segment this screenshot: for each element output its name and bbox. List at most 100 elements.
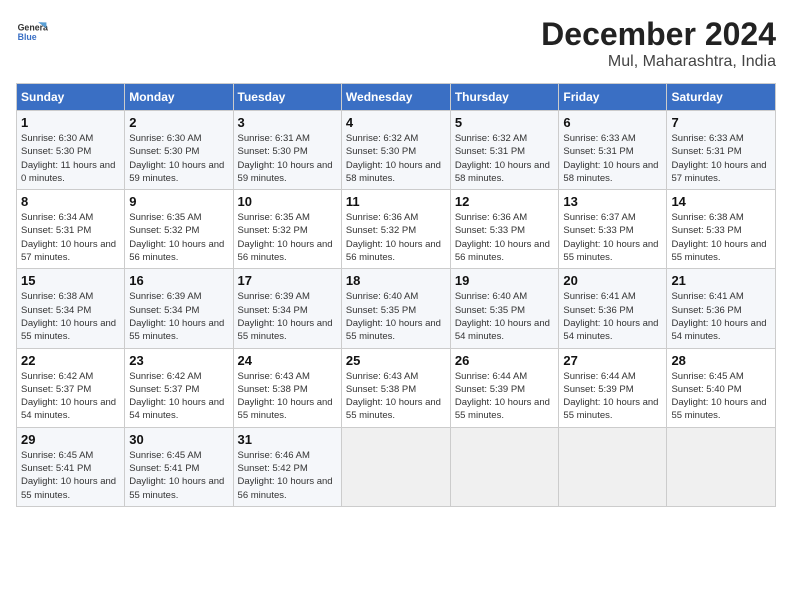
day-number: 6 [563,115,662,130]
day-number: 24 [238,353,337,368]
day-info: Sunrise: 6:41 AM Sunset: 5:36 PM Dayligh… [563,290,662,343]
day-number: 17 [238,273,337,288]
calendar-cell: 20 Sunrise: 6:41 AM Sunset: 5:36 PM Dayli… [559,269,667,348]
calendar-week-5: 29 Sunrise: 6:45 AM Sunset: 5:41 PM Dayli… [17,427,776,506]
calendar-cell: 31 Sunrise: 6:46 AM Sunset: 5:42 PM Dayli… [233,427,341,506]
svg-text:Blue: Blue [18,32,37,42]
calendar-cell: 24 Sunrise: 6:43 AM Sunset: 5:38 PM Dayli… [233,348,341,427]
day-number: 28 [671,353,771,368]
day-info: Sunrise: 6:31 AM Sunset: 5:30 PM Dayligh… [238,132,337,185]
day-number: 13 [563,194,662,209]
day-info: Sunrise: 6:35 AM Sunset: 5:32 PM Dayligh… [238,211,337,264]
calendar-cell: 30Sunrise: 6:45 AM Sunset: 5:41 PM Dayli… [125,427,233,506]
day-info: Sunrise: 6:45 AM Sunset: 5:41 PM Dayligh… [21,449,120,502]
day-number: 8 [21,194,120,209]
calendar-week-4: 22 Sunrise: 6:42 AM Sunset: 5:37 PM Dayli… [17,348,776,427]
day-number: 18 [346,273,446,288]
day-number: 23 [129,353,228,368]
logo-icon: General Blue [16,16,48,48]
day-info: Sunrise: 6:37 AM Sunset: 5:33 PM Dayligh… [563,211,662,264]
calendar-cell: 5Sunrise: 6:32 AM Sunset: 5:31 PM Daylig… [450,111,559,190]
day-number: 31 [238,432,337,447]
day-info: Sunrise: 6:39 AM Sunset: 5:34 PM Dayligh… [129,290,228,343]
day-number: 3 [238,115,337,130]
calendar-cell [559,427,667,506]
calendar-cell: 1 Sunrise: 6:30 AM Sunset: 5:30 PM Daylig… [17,111,125,190]
day-info: Sunrise: 6:38 AM Sunset: 5:33 PM Dayligh… [671,211,771,264]
day-number: 20 [563,273,662,288]
day-info: Sunrise: 6:40 AM Sunset: 5:35 PM Dayligh… [346,290,446,343]
day-info: Sunrise: 6:45 AM Sunset: 5:40 PM Dayligh… [671,370,771,423]
day-info: Sunrise: 6:42 AM Sunset: 5:37 PM Dayligh… [129,370,228,423]
calendar-cell: 26 Sunrise: 6:44 AM Sunset: 5:39 PM Dayli… [450,348,559,427]
calendar-cell: 28 Sunrise: 6:45 AM Sunset: 5:40 PM Dayli… [667,348,776,427]
calendar-cell: 12 Sunrise: 6:36 AM Sunset: 5:33 PM Dayli… [450,190,559,269]
col-header-thursday: Thursday [450,84,559,111]
day-number: 12 [455,194,555,209]
calendar-cell: 8 Sunrise: 6:34 AM Sunset: 5:31 PM Daylig… [17,190,125,269]
calendar-cell: 6 Sunrise: 6:33 AM Sunset: 5:31 PM Daylig… [559,111,667,190]
day-info: Sunrise: 6:43 AM Sunset: 5:38 PM Dayligh… [238,370,337,423]
day-info: Sunrise: 6:38 AM Sunset: 5:34 PM Dayligh… [21,290,120,343]
calendar-week-2: 8 Sunrise: 6:34 AM Sunset: 5:31 PM Daylig… [17,190,776,269]
calendar-cell: 10 Sunrise: 6:35 AM Sunset: 5:32 PM Dayli… [233,190,341,269]
calendar-cell [341,427,450,506]
calendar-cell [667,427,776,506]
day-number: 19 [455,273,555,288]
calendar-cell: 3 Sunrise: 6:31 AM Sunset: 5:30 PM Daylig… [233,111,341,190]
col-header-wednesday: Wednesday [341,84,450,111]
day-info: Sunrise: 6:44 AM Sunset: 5:39 PM Dayligh… [455,370,555,423]
calendar-week-1: 1 Sunrise: 6:30 AM Sunset: 5:30 PM Daylig… [17,111,776,190]
day-info: Sunrise: 6:33 AM Sunset: 5:31 PM Dayligh… [563,132,662,185]
day-number: 16 [129,273,228,288]
day-number: 1 [21,115,120,130]
day-number: 4 [346,115,446,130]
logo: General Blue [16,16,48,48]
col-header-tuesday: Tuesday [233,84,341,111]
day-info: Sunrise: 6:33 AM Sunset: 5:31 PM Dayligh… [671,132,771,185]
day-number: 29 [21,432,120,447]
subtitle: Mul, Maharashtra, India [541,53,776,71]
day-number: 22 [21,353,120,368]
calendar-cell: 9Sunrise: 6:35 AM Sunset: 5:32 PM Daylig… [125,190,233,269]
day-number: 26 [455,353,555,368]
day-info: Sunrise: 6:36 AM Sunset: 5:33 PM Dayligh… [455,211,555,264]
day-info: Sunrise: 6:46 AM Sunset: 5:42 PM Dayligh… [238,449,337,502]
calendar-cell: 27 Sunrise: 6:44 AM Sunset: 5:39 PM Dayli… [559,348,667,427]
calendar-cell: 14 Sunrise: 6:38 AM Sunset: 5:33 PM Dayli… [667,190,776,269]
day-info: Sunrise: 6:30 AM Sunset: 5:30 PM Dayligh… [129,132,228,185]
day-number: 15 [21,273,120,288]
calendar-table: SundayMondayTuesdayWednesdayThursdayFrid… [16,83,776,507]
day-number: 27 [563,353,662,368]
day-info: Sunrise: 6:32 AM Sunset: 5:30 PM Dayligh… [346,132,446,185]
day-number: 14 [671,194,771,209]
calendar-cell: 15 Sunrise: 6:38 AM Sunset: 5:34 PM Dayli… [17,269,125,348]
calendar-cell: 25Sunrise: 6:43 AM Sunset: 5:38 PM Dayli… [341,348,450,427]
header: General Blue December 2024 Mul, Maharash… [16,16,776,71]
day-info: Sunrise: 6:30 AM Sunset: 5:30 PM Dayligh… [21,132,120,185]
calendar-cell: 17Sunrise: 6:39 AM Sunset: 5:34 PM Dayli… [233,269,341,348]
col-header-monday: Monday [125,84,233,111]
month-title: December 2024 [541,16,776,53]
calendar-cell: 23 Sunrise: 6:42 AM Sunset: 5:37 PM Dayli… [125,348,233,427]
calendar-cell: 2 Sunrise: 6:30 AM Sunset: 5:30 PM Daylig… [125,111,233,190]
day-info: Sunrise: 6:40 AM Sunset: 5:35 PM Dayligh… [455,290,555,343]
day-info: Sunrise: 6:45 AM Sunset: 5:41 PM Dayligh… [129,449,228,502]
calendar-cell: 11 Sunrise: 6:36 AM Sunset: 5:32 PM Dayli… [341,190,450,269]
day-number: 11 [346,194,446,209]
calendar-cell: 16 Sunrise: 6:39 AM Sunset: 5:34 PM Dayli… [125,269,233,348]
calendar-cell: 21Sunrise: 6:41 AM Sunset: 5:36 PM Dayli… [667,269,776,348]
day-number: 21 [671,273,771,288]
col-header-friday: Friday [559,84,667,111]
day-number: 10 [238,194,337,209]
calendar-cell [450,427,559,506]
calendar-cell: 29 Sunrise: 6:45 AM Sunset: 5:41 PM Dayli… [17,427,125,506]
calendar-week-3: 15 Sunrise: 6:38 AM Sunset: 5:34 PM Dayli… [17,269,776,348]
day-info: Sunrise: 6:42 AM Sunset: 5:37 PM Dayligh… [21,370,120,423]
day-info: Sunrise: 6:44 AM Sunset: 5:39 PM Dayligh… [563,370,662,423]
title-area: December 2024 Mul, Maharashtra, India [541,16,776,71]
day-info: Sunrise: 6:34 AM Sunset: 5:31 PM Dayligh… [21,211,120,264]
day-number: 2 [129,115,228,130]
day-info: Sunrise: 6:36 AM Sunset: 5:32 PM Dayligh… [346,211,446,264]
day-info: Sunrise: 6:43 AM Sunset: 5:38 PM Dayligh… [346,370,446,423]
